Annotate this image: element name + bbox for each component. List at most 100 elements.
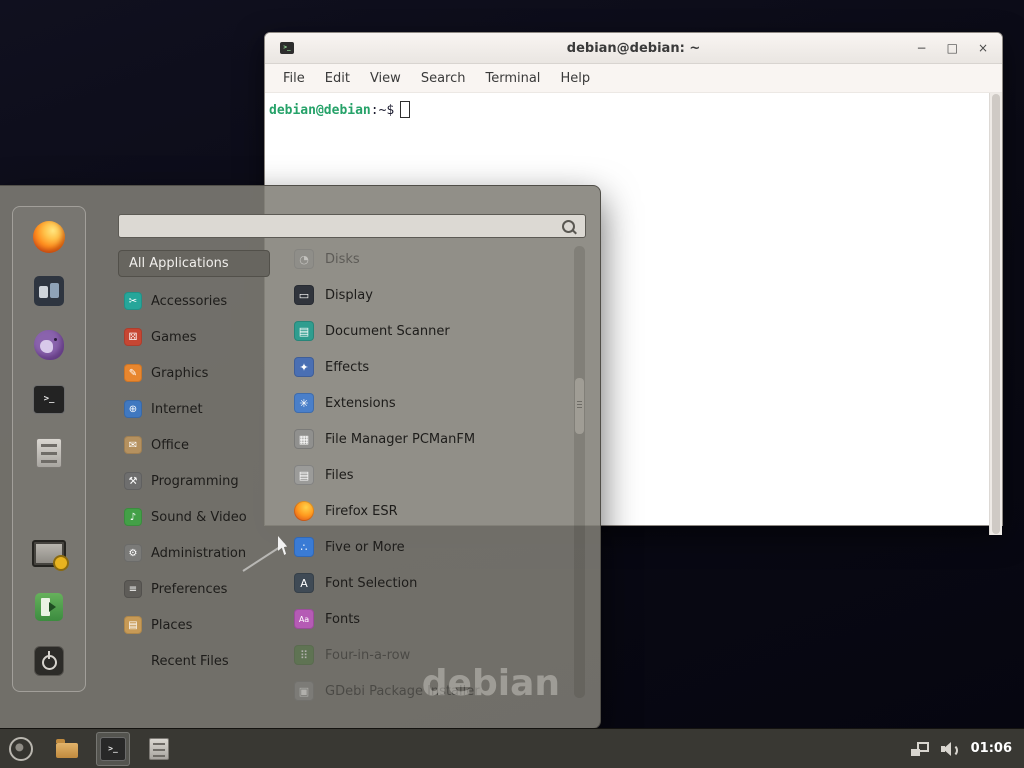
- app-item-files[interactable]: ▤ Files: [286, 457, 568, 493]
- applications-list: ◔ Disks ▭ Display ▤ Document Scanner ✦ E…: [286, 241, 568, 701]
- app-item-font-selection[interactable]: A Font Selection: [286, 565, 568, 601]
- apps-scrollbar[interactable]: [574, 246, 585, 698]
- network-icon[interactable]: [911, 742, 929, 756]
- favorite-terminal-button[interactable]: >_: [27, 381, 71, 417]
- firefox-icon: [33, 221, 65, 253]
- document-scanner-icon: ▤: [294, 321, 314, 341]
- logout-icon: [35, 593, 63, 621]
- lock-screen-button[interactable]: [27, 535, 71, 571]
- gdebi-icon: ▣: [294, 681, 314, 701]
- categories-list: All Applications ✂ Accessories ⚄ Games ✎…: [118, 250, 280, 679]
- close-button[interactable]: ×: [978, 41, 988, 55]
- app-item-extensions[interactable]: ✳ Extensions: [286, 385, 568, 421]
- preferences-icon: ≡: [124, 580, 142, 598]
- category-all-applications[interactable]: All Applications: [118, 250, 270, 277]
- favorite-files-button[interactable]: [27, 435, 71, 471]
- minimize-button[interactable]: −: [917, 41, 927, 55]
- search-input[interactable]: [127, 214, 562, 238]
- menu-view[interactable]: View: [360, 71, 411, 86]
- app-item-fonts[interactable]: Aa Fonts: [286, 601, 568, 637]
- programming-icon: ⚒: [124, 472, 142, 490]
- taskbar-file-manager-button[interactable]: [50, 732, 84, 766]
- app-item-file-manager-pcmanfm[interactable]: ▦ File Manager PCManFM: [286, 421, 568, 457]
- taskbar-files-button[interactable]: [142, 732, 176, 766]
- menu-edit[interactable]: Edit: [315, 71, 360, 86]
- category-programming[interactable]: ⚒ Programming: [118, 463, 280, 499]
- menu-search[interactable]: Search: [411, 71, 476, 86]
- category-label: Administration: [151, 546, 246, 561]
- category-sound-video[interactable]: ♪ Sound & Video: [118, 499, 280, 535]
- places-folder-icon: ▤: [124, 616, 142, 634]
- debian-watermark: debian: [422, 663, 560, 704]
- applications-menu: >_ All Applications ✂ Accessories ⚄ Game…: [0, 185, 601, 729]
- category-recent-files[interactable]: Recent Files: [118, 643, 280, 679]
- category-office[interactable]: ✉ Office: [118, 427, 280, 463]
- taskbar-terminal-button[interactable]: >_: [96, 732, 130, 766]
- app-label: Font Selection: [325, 576, 417, 591]
- app-label: Files: [325, 468, 354, 483]
- terminal-title: debian@debian: ~: [567, 41, 700, 56]
- terminal-icon: >_: [100, 737, 126, 761]
- category-accessories[interactable]: ✂ Accessories: [118, 283, 280, 319]
- volume-icon[interactable]: [941, 742, 959, 756]
- app-item-firefox-esr[interactable]: Firefox ESR: [286, 493, 568, 529]
- taskbar-clock[interactable]: 01:06: [971, 741, 1012, 756]
- category-internet[interactable]: ⊕ Internet: [118, 391, 280, 427]
- app-item-document-scanner[interactable]: ▤ Document Scanner: [286, 313, 568, 349]
- app-label: Effects: [325, 360, 369, 375]
- shutdown-button[interactable]: [27, 643, 71, 679]
- app-item-disks[interactable]: ◔ Disks: [286, 241, 568, 277]
- maximize-button[interactable]: □: [947, 41, 958, 55]
- firefox-icon: [294, 501, 314, 521]
- search-bar: [118, 214, 586, 238]
- disks-icon: ◔: [294, 249, 314, 269]
- category-games[interactable]: ⚄ Games: [118, 319, 280, 355]
- category-label: Internet: [151, 402, 203, 417]
- category-administration[interactable]: ⚙ Administration: [118, 535, 280, 571]
- terminal-icon: >_: [33, 385, 65, 414]
- extensions-icon: ✳: [294, 393, 314, 413]
- favorite-firefox-button[interactable]: [27, 219, 71, 255]
- terminal-titlebar[interactable]: >_ debian@debian: ~ − □ ×: [265, 33, 1002, 64]
- category-preferences[interactable]: ≡ Preferences: [118, 571, 280, 607]
- folder-icon: [56, 743, 78, 758]
- favorite-users-button[interactable]: [27, 273, 71, 309]
- menu-terminal[interactable]: Terminal: [475, 71, 550, 86]
- logout-button[interactable]: [27, 589, 71, 625]
- files-icon: ▤: [294, 465, 314, 485]
- app-item-effects[interactable]: ✦ Effects: [286, 349, 568, 385]
- app-item-display[interactable]: ▭ Display: [286, 277, 568, 313]
- apps-scrollbar-thumb[interactable]: [575, 378, 584, 434]
- menu-button[interactable]: [4, 732, 38, 766]
- category-label: Games: [151, 330, 196, 345]
- system-tray: 01:06: [911, 741, 1016, 756]
- category-label: Programming: [151, 474, 239, 489]
- prompt-path: :~$: [371, 103, 394, 118]
- category-graphics[interactable]: ✎ Graphics: [118, 355, 280, 391]
- terminal-scrollbar[interactable]: [989, 93, 1002, 535]
- users-icon: [34, 276, 64, 306]
- menu-help[interactable]: Help: [550, 71, 600, 86]
- category-label: Graphics: [151, 366, 208, 381]
- shutdown-icon: [34, 646, 64, 676]
- accessories-icon: ✂: [124, 292, 142, 310]
- app-label: File Manager PCManFM: [325, 432, 475, 447]
- display-icon: ▭: [294, 285, 314, 305]
- app-label: Display: [325, 288, 373, 303]
- games-icon: ⚄: [124, 328, 142, 346]
- category-places[interactable]: ▤ Places: [118, 607, 280, 643]
- lock-screen-icon: [32, 540, 66, 567]
- desktop: >_ debian@debian: ~ − □ × File Edit View…: [0, 0, 1024, 768]
- four-in-a-row-icon: ⠿: [294, 645, 314, 665]
- favorite-messenger-button[interactable]: [27, 327, 71, 363]
- five-or-more-icon: ∴: [294, 537, 314, 557]
- category-label: Office: [151, 438, 189, 453]
- file-cabinet-icon: [149, 738, 169, 760]
- app-label: Extensions: [325, 396, 396, 411]
- terminal-scrollbar-thumb[interactable]: [992, 94, 1000, 534]
- menu-file[interactable]: File: [273, 71, 315, 86]
- prompt-user-host: debian@debian: [269, 103, 371, 118]
- app-item-five-or-more[interactable]: ∴ Five or More: [286, 529, 568, 565]
- terminal-window-icon: >_: [280, 42, 294, 54]
- terminal-cursor: [400, 101, 410, 118]
